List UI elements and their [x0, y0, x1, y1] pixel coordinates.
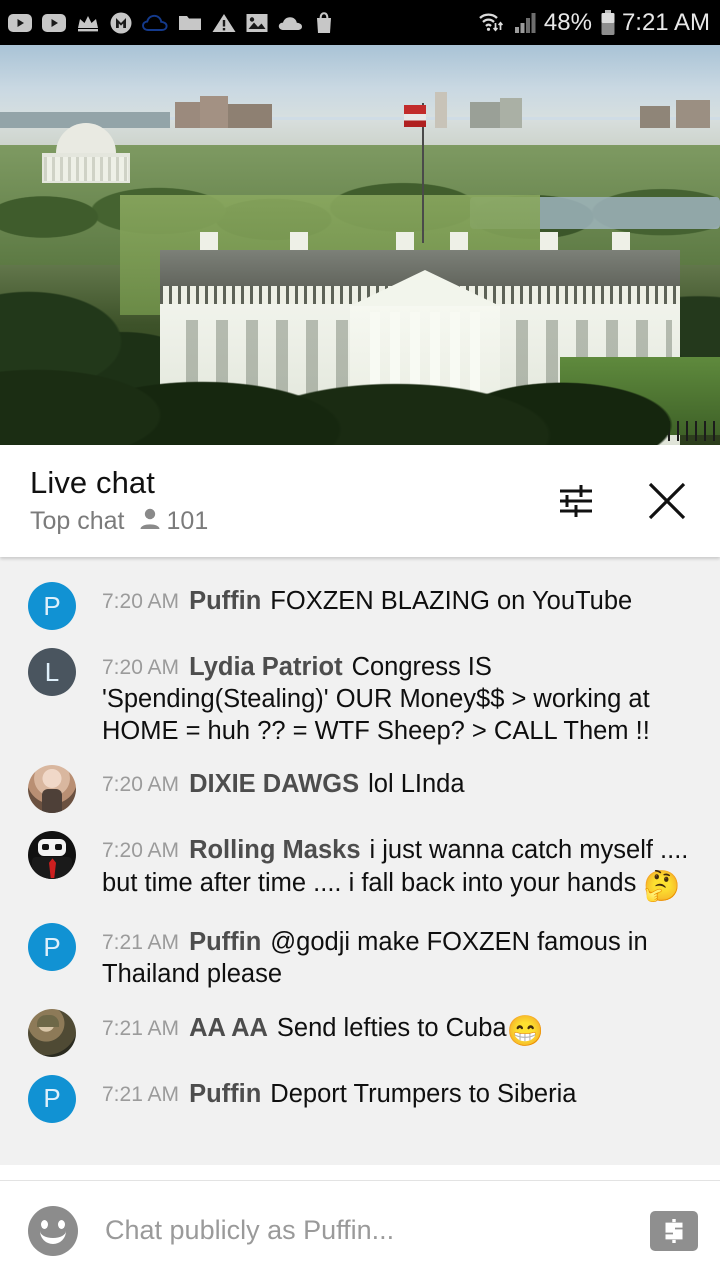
flag — [404, 105, 426, 127]
avatar[interactable]: P — [28, 923, 76, 972]
cellular-signal-icon — [514, 12, 538, 34]
message-timestamp: 7:21 AM — [102, 931, 180, 955]
live-chat-header: Live chat Top chat 101 — [0, 445, 720, 557]
chat-message[interactable]: 7:21 AM AA AA Send lefties to Cuba😁 — [0, 1000, 720, 1066]
message-timestamp: 7:20 AM — [102, 656, 180, 679]
viewer-count-label: 101 — [166, 507, 209, 536]
chat-message[interactable]: P 7:21 AM Puffin Deport Trumpers to Siberia — [0, 1066, 720, 1132]
avatar[interactable] — [28, 831, 76, 880]
cloud-outline-icon — [142, 14, 168, 32]
chat-message-body: 7:20 AM Lydia Patriot Congress IS 'Spendin… — [102, 648, 698, 747]
message-text: Deport Trumpers to Siberia — [270, 1079, 577, 1108]
message-author[interactable]: Puffin — [189, 1080, 261, 1108]
image-icon — [246, 13, 268, 33]
youtube-icon — [8, 13, 32, 32]
chat-message-body: 7:20 AM Puffin FOXZEN BLAZING on YouTube — [102, 582, 698, 617]
shopping-bag-icon — [314, 11, 334, 34]
battery-percent-label: 48% — [543, 8, 592, 36]
message-text: lol LInda — [368, 770, 465, 799]
battery-icon — [600, 9, 616, 36]
page-title: Live chat — [30, 464, 155, 500]
message-emoji: 😁 — [506, 1014, 544, 1048]
chat-message-body: 7:21 AM AA AA Send lefties to Cuba😁 — [102, 1009, 698, 1051]
chat-message-body: 7:20 AM Rolling Masks i just wanna catch m… — [102, 831, 698, 905]
chat-message[interactable]: 7:20 AM DIXIE DAWGS lol LInda — [0, 756, 720, 822]
chat-header-actions — [554, 478, 698, 524]
chat-message-body: 7:21 AM Puffin Deport Trumpers to Siberia — [102, 1075, 698, 1110]
chat-message-list[interactable]: P 7:20 AM Puffin FOXZEN BLAZING on YouTube L… — [0, 557, 720, 1165]
message-timestamp: 7:21 AM — [102, 1082, 180, 1106]
mega-m-icon — [110, 12, 132, 34]
chat-message[interactable]: 7:20 AM Rolling Masks i just wanna catch m… — [0, 822, 720, 914]
chat-input[interactable] — [105, 1215, 650, 1246]
avatar[interactable]: L — [28, 648, 76, 696]
crown-icon — [76, 13, 100, 33]
dollar-superchat-icon[interactable] — [650, 1210, 698, 1251]
message-text: FOXZEN BLAZING on YouTube — [270, 587, 633, 615]
message-timestamp: 7:21 AM — [102, 1016, 180, 1040]
message-author[interactable]: AA AA — [189, 1014, 268, 1042]
message-author[interactable]: Rolling Masks — [189, 836, 360, 864]
jefferson-memorial — [42, 123, 130, 185]
message-text: @godji make FOXZEN famous in Thailand pl… — [102, 928, 648, 989]
message-author[interactable]: DIXIE DAWGS — [189, 770, 359, 798]
avatar[interactable]: P — [28, 1074, 76, 1123]
message-text: Congress IS 'Spending(Stealing)' OUR Mon… — [102, 653, 650, 746]
message-author[interactable]: Lydia Patriot — [189, 653, 343, 681]
warning-triangle-icon — [212, 13, 236, 33]
message-author[interactable]: Puffin — [189, 928, 261, 956]
tune-settings-icon[interactable] — [554, 479, 598, 523]
message-timestamp: 7:20 AM — [102, 590, 180, 613]
youtube-icon — [42, 13, 66, 32]
close-icon[interactable] — [644, 478, 690, 524]
person-icon — [139, 507, 161, 536]
wifi-icon — [478, 11, 508, 35]
foreground-trees — [0, 345, 720, 445]
avatar[interactable]: P — [28, 582, 76, 630]
folder-icon — [178, 13, 202, 32]
message-timestamp: 7:20 AM — [102, 839, 180, 863]
avatar[interactable] — [28, 1008, 76, 1057]
chat-header-subtitle-row: Top chat 101 — [30, 507, 554, 536]
chat-message-body: 7:21 AM Puffin @godji make FOXZEN famous i… — [102, 923, 698, 990]
status-bar-notification-icons — [8, 11, 334, 34]
message-author[interactable]: Puffin — [189, 587, 261, 615]
viewer-count: 101 — [139, 507, 209, 536]
avatar[interactable] — [28, 765, 76, 814]
chat-message[interactable]: P 7:21 AM Puffin @godji make FOXZEN famous … — [0, 914, 720, 999]
cloud-icon — [278, 15, 304, 31]
message-text: Send lefties to Cuba — [276, 1013, 507, 1042]
chat-input-bar — [0, 1180, 720, 1280]
message-emoji: 🤔 — [643, 869, 681, 903]
chat-mode-selector[interactable]: Top chat — [30, 507, 125, 536]
video-player[interactable] — [0, 45, 720, 445]
chat-message[interactable]: P 7:20 AM Puffin FOXZEN BLAZING on YouTube — [0, 573, 720, 639]
emoji-smiley-icon[interactable] — [28, 1205, 78, 1256]
chat-message[interactable]: L 7:20 AM Lydia Patriot Congress IS 'Spendi… — [0, 639, 720, 756]
status-bar-system-icons: 48% 7:21 AM — [478, 9, 710, 37]
status-bar: 48% 7:21 AM — [0, 0, 720, 45]
clock-label: 7:21 AM — [621, 8, 710, 36]
chat-header-texts: Live chat Top chat 101 — [30, 464, 554, 536]
app-screen: 48% 7:21 AM Live chat Top chat 101 P 7:2… — [0, 0, 720, 1280]
chat-message-body: 7:20 AM DIXIE DAWGS lol LInda — [102, 765, 698, 800]
message-timestamp: 7:20 AM — [102, 773, 180, 797]
